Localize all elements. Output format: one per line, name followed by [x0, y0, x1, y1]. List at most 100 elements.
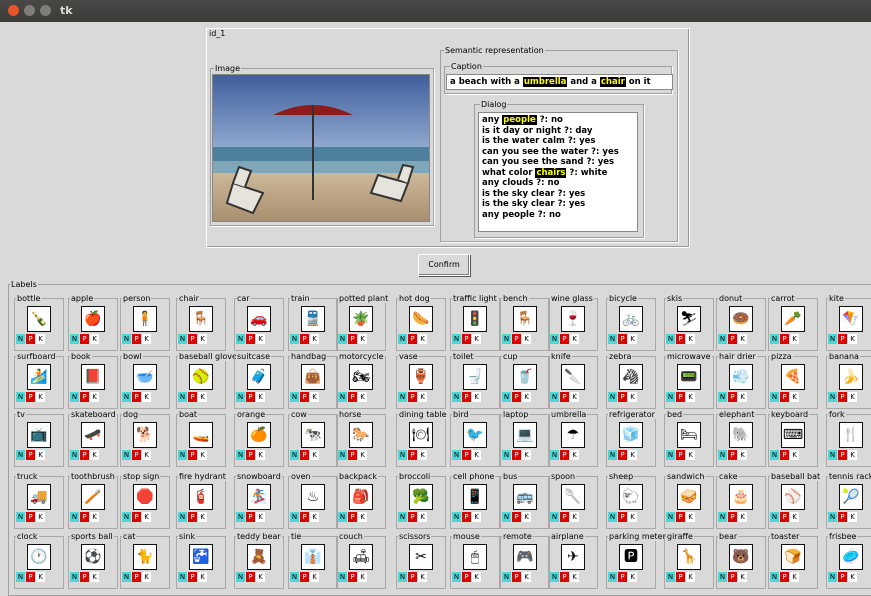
positive-button[interactable]: P	[560, 450, 569, 460]
negative-button[interactable]: N	[828, 450, 837, 460]
confirm-button[interactable]: Confirm	[418, 254, 470, 276]
negative-button[interactable]: N	[452, 334, 461, 344]
keep-button[interactable]: K	[628, 392, 637, 402]
keep-button[interactable]: K	[358, 512, 367, 522]
close-icon[interactable]	[8, 5, 19, 16]
keep-button[interactable]: K	[36, 392, 45, 402]
positive-button[interactable]: P	[512, 450, 521, 460]
negative-button[interactable]: N	[452, 450, 461, 460]
negative-button[interactable]: N	[666, 334, 675, 344]
positive-button[interactable]: P	[618, 334, 627, 344]
keep-button[interactable]: K	[198, 450, 207, 460]
positive-button[interactable]: P	[26, 512, 35, 522]
keep-button[interactable]: K	[418, 450, 427, 460]
positive-button[interactable]: P	[780, 450, 789, 460]
positive-button[interactable]: P	[246, 334, 255, 344]
negative-button[interactable]: N	[398, 512, 407, 522]
negative-button[interactable]: N	[178, 512, 187, 522]
positive-button[interactable]: P	[80, 392, 89, 402]
negative-button[interactable]: N	[398, 334, 407, 344]
keep-button[interactable]: K	[472, 450, 481, 460]
positive-button[interactable]: P	[838, 572, 847, 582]
keep-button[interactable]: K	[472, 334, 481, 344]
negative-button[interactable]: N	[452, 572, 461, 582]
keep-button[interactable]: K	[198, 334, 207, 344]
negative-button[interactable]: N	[828, 392, 837, 402]
negative-button[interactable]: N	[770, 512, 779, 522]
keep-button[interactable]: K	[256, 512, 265, 522]
negative-button[interactable]: N	[550, 392, 559, 402]
keep-button[interactable]: K	[310, 334, 319, 344]
keep-button[interactable]: K	[198, 512, 207, 522]
keep-button[interactable]: K	[90, 572, 99, 582]
positive-button[interactable]: P	[132, 450, 141, 460]
positive-button[interactable]: P	[300, 572, 309, 582]
negative-button[interactable]: N	[770, 450, 779, 460]
keep-button[interactable]: K	[418, 392, 427, 402]
positive-button[interactable]: P	[838, 450, 847, 460]
keep-button[interactable]: K	[848, 392, 857, 402]
keep-button[interactable]: K	[358, 334, 367, 344]
keep-button[interactable]: K	[36, 334, 45, 344]
positive-button[interactable]: P	[560, 512, 569, 522]
positive-button[interactable]: P	[512, 392, 521, 402]
negative-button[interactable]: N	[666, 512, 675, 522]
negative-button[interactable]: N	[70, 392, 79, 402]
negative-button[interactable]: N	[828, 572, 837, 582]
positive-button[interactable]: P	[188, 512, 197, 522]
positive-button[interactable]: P	[132, 392, 141, 402]
negative-button[interactable]: N	[16, 512, 25, 522]
keep-button[interactable]: K	[142, 572, 151, 582]
keep-button[interactable]: K	[790, 450, 799, 460]
keep-button[interactable]: K	[358, 450, 367, 460]
negative-button[interactable]: N	[290, 450, 299, 460]
positive-button[interactable]: P	[676, 512, 685, 522]
keep-button[interactable]: K	[738, 512, 747, 522]
positive-button[interactable]: P	[26, 334, 35, 344]
keep-button[interactable]: K	[848, 572, 857, 582]
keep-button[interactable]: K	[790, 512, 799, 522]
negative-button[interactable]: N	[338, 512, 347, 522]
keep-button[interactable]: K	[472, 572, 481, 582]
negative-button[interactable]: N	[70, 334, 79, 344]
negative-button[interactable]: N	[178, 334, 187, 344]
negative-button[interactable]: N	[236, 450, 245, 460]
negative-button[interactable]: N	[502, 450, 511, 460]
negative-button[interactable]: N	[338, 450, 347, 460]
positive-button[interactable]: P	[26, 572, 35, 582]
keep-button[interactable]: K	[418, 512, 427, 522]
keep-button[interactable]: K	[848, 334, 857, 344]
keep-button[interactable]: K	[472, 392, 481, 402]
positive-button[interactable]: P	[512, 512, 521, 522]
positive-button[interactable]: P	[838, 334, 847, 344]
keep-button[interactable]: K	[36, 572, 45, 582]
negative-button[interactable]: N	[502, 572, 511, 582]
positive-button[interactable]: P	[512, 572, 521, 582]
negative-button[interactable]: N	[290, 512, 299, 522]
keep-button[interactable]: K	[686, 334, 695, 344]
minimize-icon[interactable]	[24, 5, 35, 16]
positive-button[interactable]: P	[728, 392, 737, 402]
negative-button[interactable]: N	[828, 512, 837, 522]
keep-button[interactable]: K	[628, 572, 637, 582]
negative-button[interactable]: N	[290, 334, 299, 344]
negative-button[interactable]: N	[550, 512, 559, 522]
positive-button[interactable]: P	[728, 572, 737, 582]
positive-button[interactable]: P	[132, 334, 141, 344]
negative-button[interactable]: N	[290, 572, 299, 582]
positive-button[interactable]: P	[560, 334, 569, 344]
positive-button[interactable]: P	[618, 572, 627, 582]
positive-button[interactable]: P	[676, 572, 685, 582]
keep-button[interactable]: K	[738, 450, 747, 460]
keep-button[interactable]: K	[90, 450, 99, 460]
keep-button[interactable]: K	[686, 392, 695, 402]
positive-button[interactable]: P	[838, 512, 847, 522]
positive-button[interactable]: P	[26, 450, 35, 460]
positive-button[interactable]: P	[462, 572, 471, 582]
negative-button[interactable]: N	[338, 572, 347, 582]
keep-button[interactable]: K	[36, 450, 45, 460]
positive-button[interactable]: P	[676, 392, 685, 402]
keep-button[interactable]: K	[522, 392, 531, 402]
keep-button[interactable]: K	[418, 572, 427, 582]
keep-button[interactable]: K	[570, 392, 579, 402]
